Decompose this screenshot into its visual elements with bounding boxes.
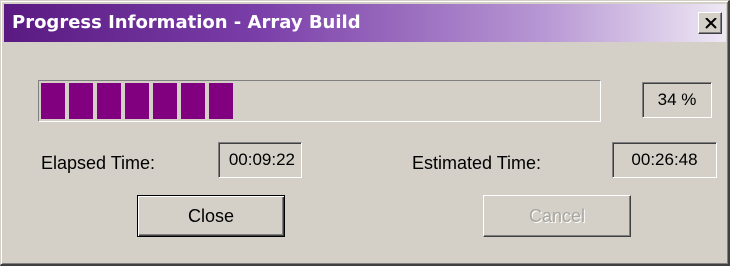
progress-segment	[153, 83, 177, 119]
title-close-button[interactable]	[698, 12, 722, 34]
elapsed-time-value: 00:09:22	[218, 142, 302, 178]
estimated-time-value: 00:26:48	[612, 142, 717, 178]
progress-dialog: Progress Information - Array Build 34 % …	[0, 0, 730, 266]
elapsed-time-label: Elapsed Time:	[41, 153, 156, 173]
progress-segment	[69, 83, 93, 119]
progress-bar-fill	[41, 83, 233, 119]
progress-segment	[97, 83, 121, 119]
progress-percent: 34 %	[642, 82, 712, 118]
progress-segment	[125, 83, 149, 119]
progress-segment	[181, 83, 205, 119]
cancel-button[interactable]: Cancel	[483, 195, 631, 237]
progress-segment	[41, 83, 65, 119]
estimated-time-label: Estimated Time:	[412, 153, 542, 173]
title-bar[interactable]: Progress Information - Array Build	[4, 4, 726, 42]
window-title: Progress Information - Array Build	[12, 12, 361, 33]
progress-segments	[41, 83, 233, 119]
progress-segment	[209, 83, 233, 119]
progress-bar	[38, 80, 601, 122]
close-button[interactable]: Close	[137, 195, 285, 237]
close-icon	[705, 18, 717, 29]
